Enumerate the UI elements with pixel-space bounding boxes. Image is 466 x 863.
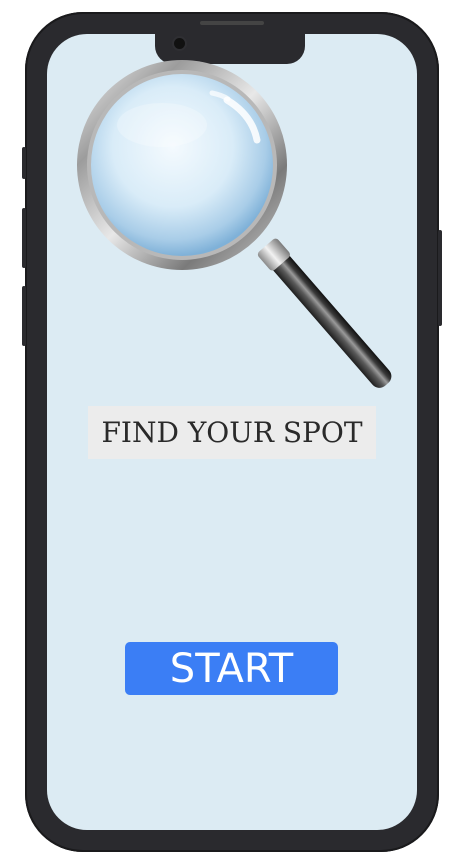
magnifier-icon — [52, 45, 402, 395]
phone-power-button — [438, 230, 442, 326]
start-button[interactable]: START — [125, 642, 338, 695]
phone-volume-down-button — [22, 286, 26, 346]
page-title: FIND YOUR SPOT — [101, 416, 363, 449]
title-banner: FIND YOUR SPOT — [88, 406, 376, 459]
start-button-label: START — [169, 645, 294, 692]
phone-speaker — [200, 21, 264, 25]
phone-silent-switch — [22, 147, 26, 179]
phone-volume-up-button — [22, 208, 26, 268]
